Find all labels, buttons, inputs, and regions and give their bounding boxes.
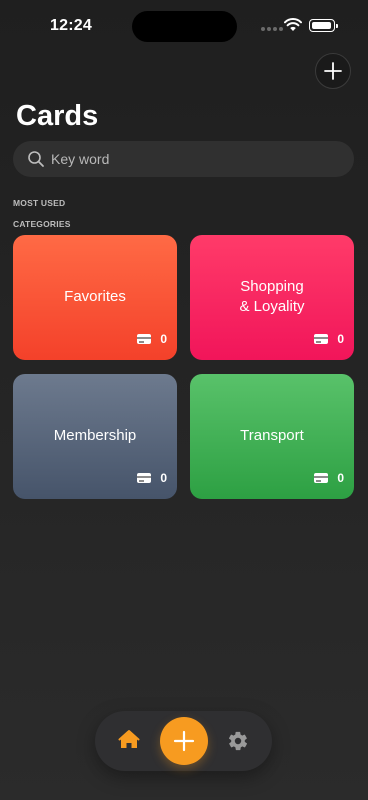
card-count-value: 0 [337,332,344,346]
category-title: Shopping & Loyality [239,278,305,315]
status-bar: 12:24 [0,0,368,54]
card-count: 0 [314,471,344,485]
search-input[interactable] [51,151,331,167]
wifi-icon [284,18,302,31]
gear-icon[interactable] [227,730,249,752]
add-card-button[interactable] [315,53,351,89]
card-count: 0 [137,471,167,485]
search-bar[interactable] [13,141,354,177]
card-count-value: 0 [160,332,167,346]
category-title: Transport [240,427,304,444]
cellular-signal-icon [261,27,283,31]
card-count-value: 0 [160,471,167,485]
add-button[interactable] [160,717,208,765]
page-title: Cards [16,100,99,132]
plus-icon [173,730,195,752]
credit-card-icon [137,334,152,344]
credit-card-icon [314,334,329,344]
status-time: 12:24 [50,17,92,34]
category-card-favorites[interactable]: Favorites 0 [13,235,177,360]
search-icon [28,151,44,167]
category-card-transport[interactable]: Transport 0 [190,374,354,499]
categories-heading: CATEGORIES [13,219,71,229]
card-count: 0 [137,332,167,346]
category-card-shopping-loyality[interactable]: Shopping & Loyality 0 [190,235,354,360]
home-icon[interactable] [118,729,140,751]
card-count-value: 0 [337,471,344,485]
dynamic-island [132,11,237,42]
credit-card-icon [314,473,329,483]
card-count: 0 [314,332,344,346]
battery-icon [309,19,338,32]
category-title: Favorites [64,288,126,305]
credit-card-icon [137,473,152,483]
category-title: Membership [53,427,137,444]
most-used-heading: MOST USED [13,198,66,208]
plus-icon [324,62,342,80]
category-card-membership[interactable]: Membership 0 [13,374,177,499]
